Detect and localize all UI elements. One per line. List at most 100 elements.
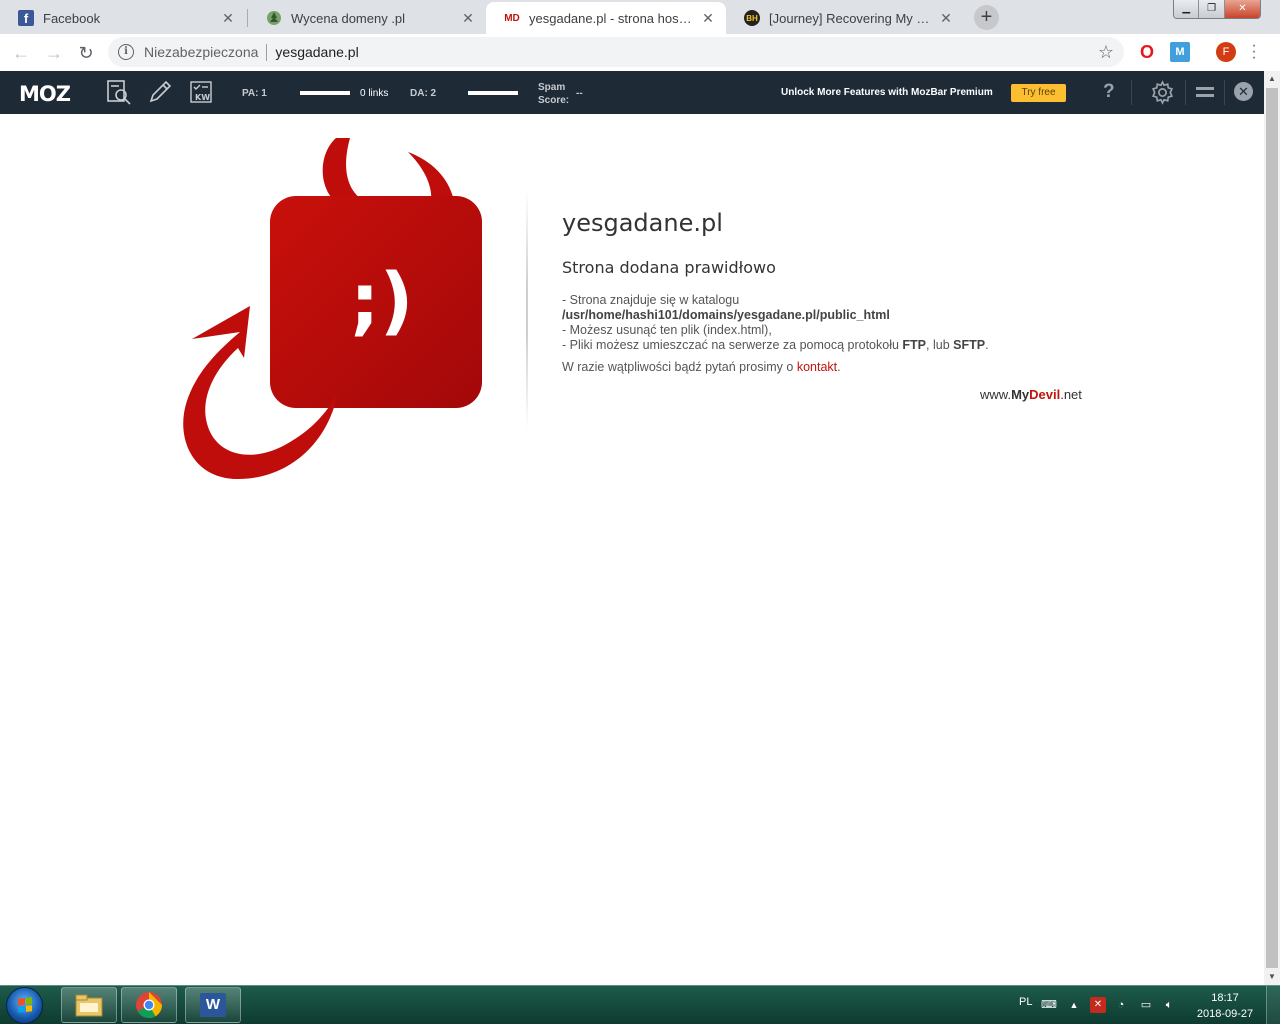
bh-icon: BH [744,10,760,26]
spam-score-value: -- [576,88,583,99]
keyword-checklist-icon[interactable]: KW [188,79,214,105]
collapse-bar-icon[interactable] [1196,87,1214,97]
ftp-label: FTP [902,338,927,352]
mydevil-brand-link[interactable]: www.MyDevil.net [980,387,1082,402]
show-hidden-icons[interactable]: ▲ [1066,997,1082,1013]
tab-yesgadane[interactable]: MD yesgadane.pl - strona hostowana ✕ [486,2,726,34]
links-count[interactable]: 0 links [360,88,388,99]
tab-title: yesgadane.pl - strona hostowana [529,10,694,26]
back-arrow-icon[interactable]: ← [8,40,34,66]
start-button[interactable] [6,987,43,1024]
domain-authority: DA: 2 [410,88,437,99]
scroll-down-icon[interactable]: ▼ [1264,969,1280,985]
close-icon[interactable]: ✕ [938,10,954,26]
window-close-icon[interactable]: ✕ [1224,0,1260,18]
show-desktop-button[interactable] [1266,986,1280,1025]
profile-avatar[interactable]: F [1216,42,1236,62]
mydevil-logo: ;) [178,134,488,484]
close-icon[interactable]: ✕ [700,10,716,26]
spam-label-line1: Spam [538,82,566,93]
info-line-delete: - Możesz usunąć ten plik (index.html), [562,323,772,337]
info-line-upload: - Pliki możesz umieszczać na serwerze za… [562,338,989,353]
omnibox-divider [266,43,268,61]
tab-title: [Journey] Recovering My PENALI [769,10,932,26]
svg-text:KW: KW [195,93,210,102]
pencil-icon[interactable] [147,79,173,105]
opera-extension-icon[interactable]: O [1137,42,1157,62]
sftp-label: SFTP [953,338,986,352]
volume-icon[interactable]: 🔈︎ [1161,997,1177,1013]
close-icon[interactable]: ✕ [460,10,476,26]
info-line-directory: - Strona znajduje się w katalogu [562,293,740,307]
network-status-icon[interactable]: ◔ [1113,997,1129,1013]
word-icon: W [200,993,226,1017]
da-bar [468,91,518,95]
mozbar-separator [1131,80,1132,105]
devil-face: ;) [350,258,413,344]
page-analysis-icon[interactable] [106,79,132,105]
page-subtitle: Strona dodana prawidłowo [562,258,776,277]
browser-toolbar: ← → ↻ i Niezabezpieczona yesgadane.pl ☆ … [0,34,1280,71]
bookmark-star-icon[interactable]: ☆ [1098,42,1114,63]
brand-my: My [1011,387,1030,402]
security-status[interactable]: Niezabezpieczona [144,44,258,60]
help-icon[interactable]: ? [1103,81,1115,103]
reload-icon[interactable]: ↻ [73,40,99,66]
moz-logo[interactable]: MOZ [19,82,71,106]
new-tab-button[interactable]: + [974,5,999,30]
page-title: yesgadane.pl [562,209,723,237]
mozbar-separator [1185,80,1186,105]
explorer-taskbar-button[interactable] [61,987,117,1023]
chrome-icon [136,992,163,1019]
forward-arrow-icon[interactable]: → [41,40,67,66]
minimize-icon[interactable]: ▁ [1174,0,1200,18]
gear-icon[interactable] [1150,80,1175,105]
mozbar: MOZ KW PA: 1 0 links DA: 2 Spam Score: -… [0,71,1264,114]
contact-link[interactable]: kontakt [797,360,837,374]
system-clock[interactable]: 18:17 2018-09-27 [1190,990,1260,1022]
scroll-up-icon[interactable]: ▲ [1264,71,1280,87]
info-icon[interactable]: i [118,44,134,60]
tab-title: Facebook [43,10,101,26]
brand-devil: Devil [1029,387,1061,402]
word-taskbar-button[interactable]: W [185,987,241,1023]
brand-suffix: .net [1060,387,1082,402]
tab-title: Wycena domeny .pl [291,10,406,26]
contact-end: . [837,360,841,374]
mozbar-extension-icon[interactable]: M [1170,42,1190,62]
page-authority: PA: 1 [242,88,267,99]
language-indicator[interactable]: PL [1019,996,1032,1008]
pa-bar [300,91,350,95]
window-controls: ▁ ❐ ✕ [1173,0,1261,19]
vertical-scrollbar[interactable]: ▲ ▼ [1264,71,1280,985]
chrome-taskbar-button[interactable] [121,987,177,1023]
restore-icon[interactable]: ❐ [1199,0,1225,18]
url-text[interactable]: yesgadane.pl [275,44,358,60]
info-list: - Strona znajduje się w katalogu /usr/ho… [562,293,989,353]
close-icon[interactable]: ✕ [220,10,236,26]
scroll-thumb[interactable] [1266,88,1278,968]
mozbar-close-icon[interactable]: ✕ [1234,82,1253,101]
clock-time: 18:17 [1211,992,1239,1004]
tab-journey[interactable]: BH [Journey] Recovering My PENALI ✕ [726,2,964,34]
spam-score-label: Spam Score: [538,81,569,107]
tab-wycena[interactable]: Wycena domeny .pl ✕ [248,2,486,34]
mydevil-favicon-icon: MD [504,12,520,24]
address-bar[interactable]: i Niezabezpieczona yesgadane.pl ☆ [108,37,1124,67]
antivirus-icon[interactable]: ✕ [1090,997,1106,1013]
windows-logo-icon [18,997,32,1013]
upload-text: - Pliki możesz umieszczać na serwerze za… [562,338,903,352]
upload-text-mid: , lub [926,338,954,352]
clock-date: 2018-09-27 [1196,1008,1254,1020]
try-free-button[interactable]: Try free [1011,84,1066,102]
folder-icon [75,994,103,1017]
network-icon[interactable]: ▭ [1138,997,1154,1013]
keyboard-icon[interactable]: ⌨ [1041,997,1057,1013]
tab-facebook[interactable]: f Facebook ✕ [0,2,246,34]
contact-line: W razie wątpliwości bądź pytań prosimy o… [562,360,841,374]
mozbar-separator [1224,80,1225,105]
menu-dots-icon[interactable]: · · · [1251,38,1257,66]
facebook-icon: f [18,10,34,26]
brand-prefix: www. [980,387,1012,402]
content-divider [526,190,528,430]
